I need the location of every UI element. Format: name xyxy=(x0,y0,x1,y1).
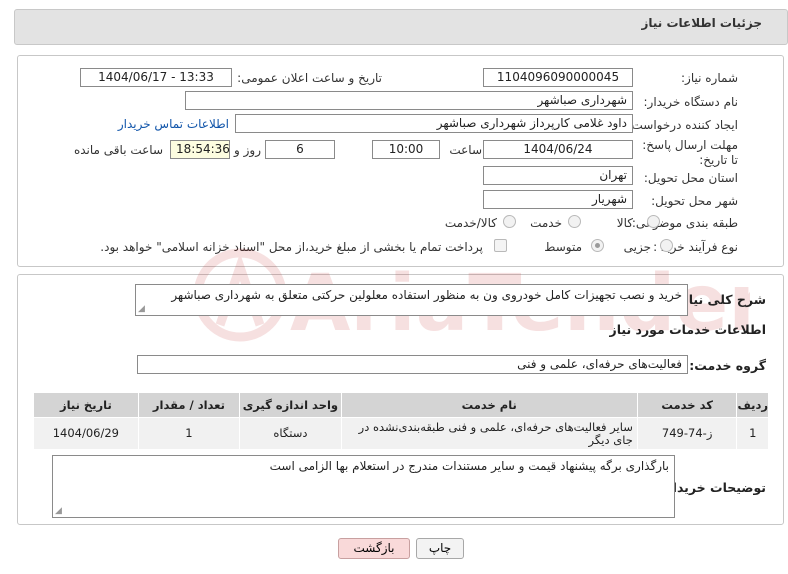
buyer-contact-link[interactable]: اطلاعات تماس خریدار xyxy=(118,117,229,131)
col-need-date: تاریخ نیاز xyxy=(33,392,139,418)
city-label: شهر محل تحویل: xyxy=(651,194,738,208)
remaining-time-label: ساعت باقی مانده xyxy=(73,143,163,157)
purchase-medium-option: متوسط xyxy=(544,240,582,254)
need-number-label: شماره نیاز: xyxy=(681,71,738,85)
purchase-medium-radio[interactable] xyxy=(591,239,604,252)
cell-unit: دستگاه xyxy=(239,417,342,450)
announce-datetime-field[interactable]: 1404/06/17 - 13:33 xyxy=(80,68,232,87)
col-service-name: نام خدمت xyxy=(340,392,638,418)
deadline-label: مهلت ارسال پاسخ: تا تاریخ: xyxy=(642,138,738,167)
cell-row-number: 1 xyxy=(736,417,769,450)
category-goods-option: کالا xyxy=(616,216,633,230)
province-label: استان محل تحویل: xyxy=(643,171,738,185)
cell-need-date: 1404/06/29 xyxy=(33,417,139,450)
col-unit: واحد اندازه گیری xyxy=(239,392,342,418)
resize-handle-icon[interactable]: ◢ xyxy=(138,304,145,314)
page-title: جزئیات اطلاعات نیاز xyxy=(641,16,762,30)
table-row: 1 ز-74-749 سایر فعالیت‌های حرفه‌ای، علمی… xyxy=(33,417,769,450)
cell-quantity: 1 xyxy=(137,417,241,450)
treasury-note: پرداخت تمام یا بخشی از مبلغ خرید،از محل … xyxy=(100,240,483,254)
cell-service-name: سایر فعالیت‌های حرفه‌ای، علمی و فنی طبقه… xyxy=(340,417,638,450)
service-group-label: گروه خدمت: xyxy=(689,358,766,373)
services-table: ردیف کد خدمت نام خدمت واحد اندازه گیری ت… xyxy=(33,392,769,450)
announce-datetime-label: تاریخ و ساعت اعلان عمومی: xyxy=(237,71,382,85)
deadline-time-field[interactable]: 10:00 xyxy=(372,140,440,159)
deadline-date-field[interactable]: 1404/06/24 xyxy=(483,140,633,159)
treasury-checkbox[interactable] xyxy=(494,239,507,252)
service-group-field[interactable]: فعالیت‌های حرفه‌ای، علمی و فنی xyxy=(137,355,688,374)
buyer-org-label: نام دستگاه خریدار: xyxy=(643,95,739,109)
resize-handle-icon[interactable]: ◢ xyxy=(55,506,62,516)
buyer-notes-label: توضیحات خریدار: xyxy=(660,480,766,495)
need-number-field[interactable]: 1104096090000045 xyxy=(483,68,633,87)
services-section-title: اطلاعات خدمات مورد نیاز xyxy=(609,322,767,337)
city-field[interactable]: شهریار xyxy=(483,190,633,209)
requester-field[interactable]: داود غلامی کارپرداز شهرداری صباشهر xyxy=(235,114,633,133)
description-text: خرید و نصب تجهیزات کامل خودروی ون به منظ… xyxy=(171,288,682,302)
remaining-days-field[interactable]: 6 xyxy=(265,140,335,159)
description-textarea[interactable]: خرید و نصب تجهیزات کامل خودروی ون به منظ… xyxy=(135,284,688,316)
category-goods-service-option: کالا/خدمت xyxy=(444,216,497,230)
col-quantity: تعداد / مقدار xyxy=(137,392,241,418)
cell-service-code: ز-74-749 xyxy=(636,417,738,450)
remaining-time-field: 18:54:36 xyxy=(170,140,230,159)
purchase-minor-option: جزیی xyxy=(623,240,651,254)
buyer-org-field[interactable]: شهرداری صباشهر xyxy=(185,91,633,110)
category-goods-radio[interactable] xyxy=(647,215,660,228)
description-label: شرح کلی نیاز: xyxy=(676,292,766,307)
buyer-notes-textarea[interactable]: بارگذاری برگه پیشنهاد قیمت و سایر مستندا… xyxy=(52,455,675,518)
print-button[interactable]: چاپ xyxy=(416,538,464,559)
deadline-time-label: ساعت xyxy=(449,143,482,157)
category-service-option: خدمت xyxy=(530,216,562,230)
category-service-radio[interactable] xyxy=(568,215,581,228)
requester-label: ایجاد کننده درخواست: xyxy=(627,118,738,132)
table-header-row: ردیف کد خدمت نام خدمت واحد اندازه گیری ت… xyxy=(33,392,769,418)
col-service-code: کد خدمت xyxy=(636,392,738,418)
province-field[interactable]: تهران xyxy=(483,166,633,185)
days-label: روز و xyxy=(234,143,261,157)
category-goods-service-radio[interactable] xyxy=(503,215,516,228)
buyer-notes-text: بارگذاری برگه پیشنهاد قیمت و سایر مستندا… xyxy=(269,459,669,473)
col-row-number: ردیف xyxy=(736,392,769,418)
purchase-minor-radio[interactable] xyxy=(660,239,673,252)
back-button[interactable]: بازگشت xyxy=(338,538,410,559)
